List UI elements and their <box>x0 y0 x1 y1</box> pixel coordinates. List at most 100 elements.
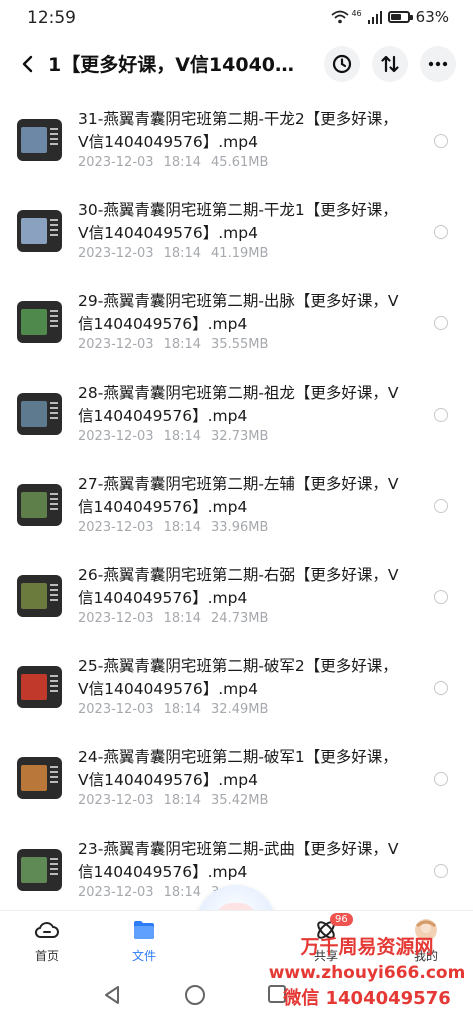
watermark-line-3: 微信 1404049576 <box>283 988 451 1009</box>
file-date: 2023-12-03 <box>78 702 154 718</box>
watermark: 万千周易资源网 www.zhouyi666.com 微信 1404049576 <box>267 934 467 1012</box>
file-row[interactable]: 31-燕翼青囊阴宅班第二期-干龙2【更多好课，V信1404049576】.mp4… <box>0 95 473 186</box>
clock-icon <box>332 54 352 74</box>
file-list: 31-燕翼青囊阴宅班第二期-干龙2【更多好课，V信1404049576】.mp4… <box>0 95 473 910</box>
select-radio[interactable] <box>434 590 448 604</box>
status-icons: 46 63% <box>331 8 449 26</box>
select-radio[interactable] <box>434 498 448 513</box>
video-thumbnail <box>17 210 62 253</box>
file-name: 24-燕翼青囊阴宅班第二期-破军1【更多好课，V信1404049576】.mp4 <box>78 748 398 790</box>
video-thumbnail <box>17 392 62 435</box>
nav-back-icon[interactable] <box>102 984 122 1006</box>
tab-files-label: 文件 <box>131 949 156 963</box>
video-thumbnail <box>17 301 62 344</box>
file-date: 2023-12-03 <box>78 519 154 535</box>
file-name: 25-燕翼青囊阴宅班第二期-破军2【更多好课，V信1404049576】.mp4 <box>78 657 398 699</box>
folder-icon <box>134 921 154 939</box>
file-size: 45.61MB <box>211 155 269 170</box>
select-radio[interactable] <box>434 772 448 787</box>
status-bar: 12:59 46 63% <box>0 0 473 36</box>
file-name: 23-燕翼青囊阴宅班第二期-武曲【更多好课，V信1404049576】.mp4 <box>78 839 399 881</box>
file-date: 2023-12-03 <box>78 155 154 170</box>
file-meta: 2023-12-03 18:14 41.19MB <box>78 246 278 261</box>
file-name: 28-燕翼青囊阴宅班第二期-祖龙【更多好课，V信1404049576】.mp4 <box>78 383 399 425</box>
file-name: 26-燕翼青囊阴宅班第二期-右弼【更多好课，V信1404049576】.mp4 <box>78 566 399 607</box>
file-size: 32.49MB <box>211 702 269 718</box>
file-meta: 2023-12-03 18:14 24.73MB <box>78 611 278 626</box>
video-thumbnail <box>17 575 62 617</box>
file-name: 30-燕翼青囊阴宅班第二期-干龙1【更多好课，V信1404049576】.mp4 <box>78 201 398 243</box>
header: 1【更多好课，V信1404049... <box>0 40 473 88</box>
history-button[interactable] <box>324 46 360 82</box>
file-row[interactable]: 29-燕翼青囊阴宅班第二期-出脉【更多好课，V信1404049576】.mp4 2… <box>0 277 473 368</box>
select-radio[interactable] <box>434 863 448 878</box>
file-row[interactable]: 27-燕翼青囊阴宅班第二期-左辅【更多好课，V信1404049576】.mp4 2… <box>0 460 473 551</box>
tab-files[interactable]: 文件 <box>114 917 174 964</box>
select-radio[interactable] <box>434 316 448 331</box>
file-time: 18:14 <box>163 793 202 809</box>
tab-home-label: 首页 <box>34 949 59 963</box>
folder-title: 1【更多好课，V信1404049... <box>48 54 298 76</box>
file-name: 29-燕翼青囊阴宅班第二期-出脉【更多好课，V信1404049576】.mp4 <box>78 292 399 334</box>
file-date: 2023-12-03 <box>78 611 154 626</box>
file-time: 18:14 <box>163 884 202 900</box>
file-row[interactable]: 28-燕翼青囊阴宅班第二期-祖龙【更多好课，V信1404049576】.mp4 2… <box>0 369 473 460</box>
tab-home[interactable]: 首页 <box>17 917 77 964</box>
file-row[interactable]: 26-燕翼青囊阴宅班第二期-右弼【更多好课，V信1404049576】.mp4 2… <box>0 551 473 642</box>
sort-icon <box>381 55 399 73</box>
video-thumbnail <box>17 666 62 709</box>
battery-percent: 63% <box>415 8 449 26</box>
select-radio[interactable] <box>434 225 448 240</box>
file-time: 18:14 <box>163 428 202 444</box>
watermark-line-2: www.zhouyi666.com <box>268 963 466 983</box>
watermark-line-1: 万千周易资源网 <box>300 936 434 958</box>
file-time: 18:14 <box>163 155 202 170</box>
file-size: 35.42MB <box>211 793 269 809</box>
file-date: 2023-12-03 <box>78 337 154 353</box>
nav-home-icon[interactable] <box>184 984 206 1006</box>
wifi-icon <box>331 10 350 24</box>
file-meta: 2023-12-03 18:14 35.42MB <box>78 793 278 808</box>
file-meta: 2023-12-03 18:14 35.55MB <box>78 337 278 352</box>
file-size: 41.19MB <box>211 246 269 262</box>
video-thumbnail <box>17 119 62 161</box>
file-size: 33.96MB <box>211 519 269 535</box>
file-meta: 2023-12-03 18:14 33.96MB <box>78 520 278 535</box>
file-size: 35.55MB <box>211 337 269 353</box>
file-time: 18:14 <box>163 337 202 353</box>
file-date: 2023-12-03 <box>78 246 154 262</box>
more-dots-icon <box>428 61 448 67</box>
battery-icon <box>387 11 413 23</box>
select-radio[interactable] <box>434 681 448 696</box>
file-date: 2023-12-03 <box>78 793 154 809</box>
file-meta: 2023-12-03 18:14 32.73MB <box>78 429 278 444</box>
back-arrow-icon[interactable] <box>14 50 42 78</box>
file-date: 2023-12-03 <box>78 428 154 444</box>
file-row[interactable]: 24-燕翼青囊阴宅班第二期-破军1【更多好课，V信1404049576】.mp4… <box>0 733 473 824</box>
file-size: 32.73MB <box>211 428 269 444</box>
status-time: 12:59 <box>27 8 76 28</box>
sort-button[interactable] <box>372 46 408 82</box>
file-time: 18:14 <box>163 702 202 718</box>
file-row[interactable]: 30-燕翼青囊阴宅班第二期-干龙1【更多好课，V信1404049576】.mp4… <box>0 186 473 277</box>
file-size: 24.73MB <box>211 611 269 626</box>
more-button[interactable] <box>420 46 456 82</box>
video-thumbnail <box>17 483 62 526</box>
cloud-icon <box>34 922 59 938</box>
file-time: 18:14 <box>163 519 202 535</box>
select-radio[interactable] <box>434 134 448 148</box>
file-row[interactable]: 25-燕翼青囊阴宅班第二期-破军2【更多好课，V信1404049576】.mp4… <box>0 642 473 733</box>
file-name: 27-燕翼青囊阴宅班第二期-左辅【更多好课，V信1404049576】.mp4 <box>78 474 399 516</box>
signal-icon <box>367 10 382 24</box>
file-name: 31-燕翼青囊阴宅班第二期-干龙2【更多好课，V信1404049576】.mp4 <box>78 110 398 151</box>
file-meta: 2023-12-03 18:14 45.61MB <box>78 155 278 170</box>
file-date: 2023-12-03 <box>78 884 154 900</box>
video-thumbnail <box>17 848 62 891</box>
network-type: 46 <box>351 8 362 18</box>
video-thumbnail <box>17 757 62 800</box>
share-badge: 96 <box>330 913 353 926</box>
file-time: 18:14 <box>163 611 202 626</box>
file-meta: 2023-12-03 18:14 32.49MB <box>78 702 278 717</box>
select-radio[interactable] <box>434 407 448 422</box>
file-time: 18:14 <box>163 246 202 262</box>
